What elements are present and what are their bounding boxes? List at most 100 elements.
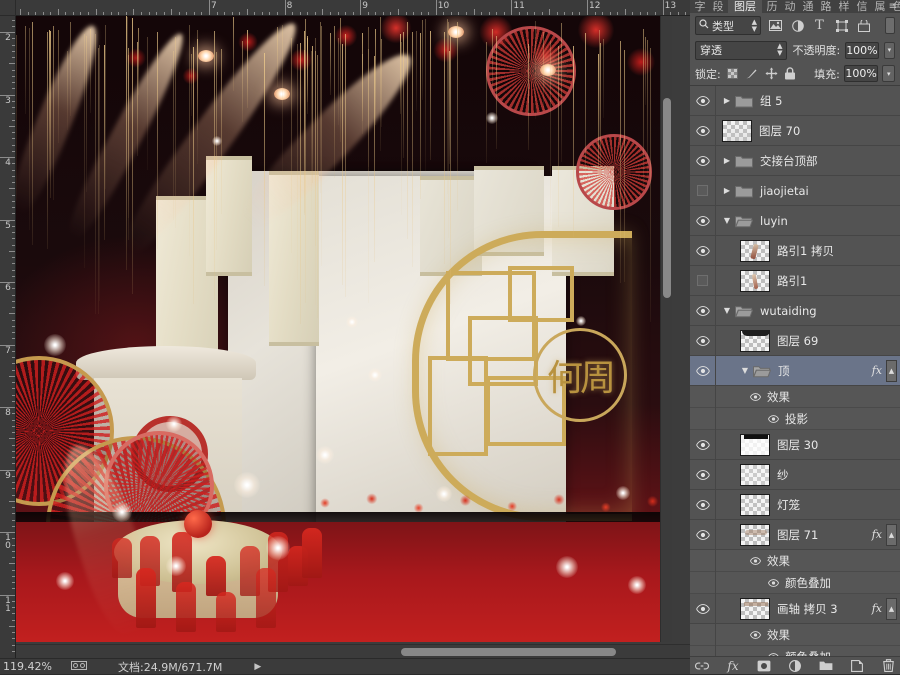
- layer-row[interactable]: 路引1 拷贝: [690, 235, 900, 266]
- lock-all-icon[interactable]: [783, 66, 798, 82]
- layer-row[interactable]: ▼ 顶 fx ▲: [690, 355, 900, 386]
- layer-thumbnail[interactable]: [740, 597, 770, 620]
- eye-visibility-icon[interactable]: [768, 414, 779, 423]
- type-filter-icon[interactable]: T: [812, 18, 827, 34]
- fill-dropdown-button[interactable]: ▾: [882, 65, 895, 82]
- layer-row[interactable]: ▶ 组 5: [690, 86, 900, 116]
- filter-kind-select[interactable]: 类型 ▲ ▼: [695, 16, 761, 35]
- layer-fx-badge[interactable]: fx: [872, 528, 882, 541]
- fx-collapse-arrow[interactable]: ▲: [886, 523, 897, 546]
- layer-visibility-toggle[interactable]: [690, 265, 716, 296]
- layer-effects-row[interactable]: 效果: [690, 549, 900, 572]
- layer-visibility-toggle[interactable]: [690, 115, 716, 146]
- chevron-right-icon[interactable]: ▶: [720, 186, 734, 195]
- layer-row[interactable]: ▼ luyin: [690, 205, 900, 236]
- layer-row[interactable]: 灯笼: [690, 489, 900, 520]
- layer-row[interactable]: 图层 70: [690, 115, 900, 146]
- chevron-down-icon[interactable]: ▼: [720, 306, 734, 315]
- layer-effect-row[interactable]: 颜色叠加: [690, 571, 900, 594]
- artwork-image[interactable]: 何周: [16, 16, 672, 642]
- layer-style-button[interactable]: fx: [726, 659, 740, 673]
- layer-row[interactable]: 纱: [690, 459, 900, 490]
- fill-input[interactable]: 100%: [843, 65, 879, 82]
- layer-visibility-toggle[interactable]: [690, 325, 716, 356]
- layer-fx-badge[interactable]: fx: [872, 364, 882, 377]
- canvas-horizontal-scrollbar[interactable]: [16, 644, 690, 658]
- horizontal-ruler[interactable]: 78910111213141516: [16, 0, 690, 16]
- layer-thumbnail[interactable]: [740, 269, 770, 292]
- filter-enable-toggle[interactable]: [885, 17, 895, 34]
- panel-tab-other-3[interactable]: 历: [764, 0, 780, 13]
- panel-tab-bar[interactable]: 字段图层历动通路样信属色字≡: [690, 0, 900, 13]
- panel-tab-layers[interactable]: 图层: [728, 0, 762, 13]
- canvas-horizontal-scroll-thumb[interactable]: [401, 648, 616, 656]
- panel-tab-other-9[interactable]: 属: [872, 0, 888, 13]
- chevron-down-icon[interactable]: ▼: [720, 216, 734, 225]
- layer-thumbnail[interactable]: [740, 239, 770, 262]
- layer-thumbnail[interactable]: [740, 463, 770, 486]
- canvas-vertical-scroll-thumb[interactable]: [663, 98, 671, 298]
- panel-tab-other-0[interactable]: 字: [692, 0, 708, 13]
- chevron-right-icon[interactable]: ▶: [720, 96, 734, 105]
- layer-visibility-toggle[interactable]: [690, 355, 716, 386]
- layer-visibility-toggle[interactable]: [690, 175, 716, 206]
- layer-visibility-toggle[interactable]: [690, 145, 716, 176]
- layer-fx-badge[interactable]: fx: [872, 602, 882, 615]
- lock-position-icon[interactable]: [763, 66, 778, 82]
- layer-visibility-toggle[interactable]: [690, 235, 716, 266]
- pixel-filter-icon[interactable]: [768, 18, 783, 34]
- delete-layer-button[interactable]: [881, 659, 895, 673]
- shape-filter-icon[interactable]: [834, 18, 849, 34]
- layer-effects-row[interactable]: 效果: [690, 385, 900, 408]
- link-layers-button[interactable]: [695, 659, 709, 673]
- opacity-input[interactable]: 100%: [845, 41, 879, 59]
- layer-row[interactable]: ▶ 交接台顶部: [690, 145, 900, 176]
- chevron-right-icon[interactable]: ▶: [720, 156, 734, 165]
- layer-thumbnail[interactable]: [740, 493, 770, 516]
- layer-row[interactable]: 图层 69: [690, 325, 900, 356]
- lock-image-pixels-icon[interactable]: [744, 66, 759, 82]
- new-layer-button[interactable]: [850, 659, 864, 673]
- adjustment-filter-icon[interactable]: [790, 18, 805, 34]
- status-menu-arrow[interactable]: ▶: [254, 662, 261, 672]
- layer-row[interactable]: 图层 71 fx ▲: [690, 519, 900, 550]
- layer-visibility-toggle[interactable]: [690, 519, 716, 550]
- fx-collapse-arrow[interactable]: ▲: [886, 597, 897, 620]
- smart-object-filter-icon[interactable]: [856, 18, 871, 34]
- layer-thumbnail[interactable]: [740, 329, 770, 352]
- layer-visibility-toggle[interactable]: [690, 459, 716, 490]
- panel-tab-other-7[interactable]: 样: [836, 0, 852, 13]
- opacity-dropdown-button[interactable]: ▾: [883, 41, 895, 59]
- layer-visibility-toggle[interactable]: [690, 429, 716, 460]
- layer-effect-row[interactable]: 颜色叠加: [690, 645, 900, 656]
- layer-visibility-toggle[interactable]: [690, 86, 716, 116]
- lock-transparent-pixels-icon[interactable]: [725, 66, 740, 82]
- panel-tab-other-1[interactable]: 段: [710, 0, 726, 13]
- layer-row[interactable]: ▼ wutaiding: [690, 295, 900, 326]
- layer-thumbnail[interactable]: [740, 523, 770, 546]
- layer-visibility-toggle[interactable]: [690, 593, 716, 624]
- layer-row[interactable]: 画轴 拷贝 3 fx ▲: [690, 593, 900, 624]
- eye-visibility-icon[interactable]: [768, 578, 779, 587]
- adjustment-layer-button[interactable]: [788, 659, 802, 673]
- canvas-viewport[interactable]: 何周: [16, 16, 690, 658]
- layer-visibility-toggle[interactable]: [690, 489, 716, 520]
- layer-row[interactable]: 图层 30: [690, 429, 900, 460]
- fx-collapse-arrow[interactable]: ▲: [886, 359, 897, 382]
- blend-mode-select[interactable]: 穿透 ▲ ▼: [695, 40, 788, 60]
- new-group-button[interactable]: [819, 659, 833, 673]
- layer-mask-button[interactable]: [757, 659, 771, 673]
- zoom-level-field[interactable]: 119.42%: [0, 660, 68, 673]
- layer-row[interactable]: 路引1: [690, 265, 900, 296]
- panel-tab-other-4[interactable]: 动: [782, 0, 798, 13]
- panel-tab-other-6[interactable]: 路: [818, 0, 834, 13]
- chevron-down-icon[interactable]: ▼: [738, 366, 752, 375]
- eye-visibility-icon[interactable]: [750, 630, 761, 639]
- layer-row[interactable]: ▶ jiaojietai: [690, 175, 900, 206]
- canvas-vertical-scrollbar[interactable]: [660, 16, 672, 642]
- layer-list[interactable]: ▶ 组 5 图层 70 ▶ 交接台顶部 ▶ jiaojietai ▼ luyin 路引1 拷贝 路引…: [690, 86, 900, 656]
- panel-tab-other-8[interactable]: 信: [854, 0, 870, 13]
- layer-effect-row[interactable]: 投影: [690, 407, 900, 430]
- vertical-ruler[interactable]: 234567891011: [0, 16, 16, 658]
- layer-thumbnail[interactable]: [740, 433, 770, 456]
